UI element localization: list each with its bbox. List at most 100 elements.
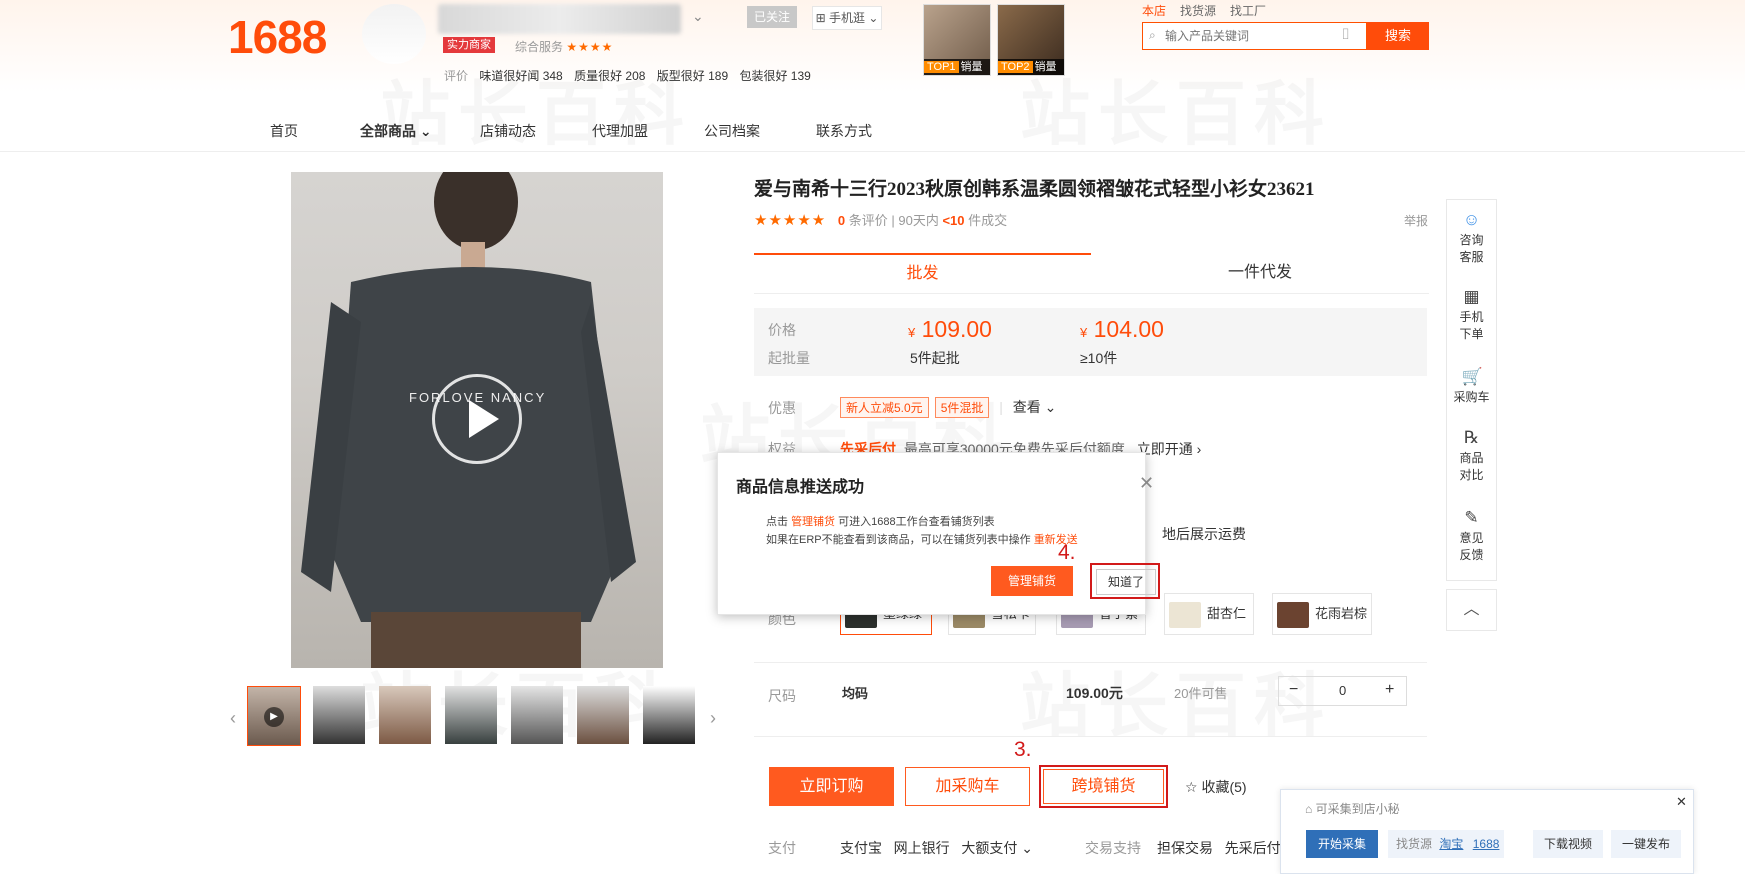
sidebar-label: 意见反馈 [1459, 531, 1484, 562]
sidebar-item-mobile-order[interactable]: ▦ 手机下单 [1447, 287, 1496, 343]
thumbnail[interactable] [577, 686, 629, 744]
thumb-prev-arrow[interactable]: ‹ [230, 708, 236, 729]
ok-button-frame: 知道了 [1090, 563, 1160, 599]
start-collect-button[interactable]: 开始采集 [1306, 830, 1378, 858]
sold-unit: 件成交 [968, 213, 1008, 228]
dialog-line-1: 点击 管理铺货 可进入1688工作台查看铺货列表 [766, 513, 995, 529]
thumb-next-arrow[interactable]: › [710, 708, 716, 729]
sidebar-item-compare[interactable]: ℞ 商品对比 [1447, 428, 1496, 484]
promo-more-link[interactable]: 查看 ⌄ [1013, 399, 1057, 415]
nav-contact[interactable]: 联系方式 [816, 121, 872, 141]
search-button[interactable]: 搜索 [1367, 22, 1429, 50]
coupon-tag[interactable]: 5件混批 [934, 397, 990, 418]
size-price: 109.00元 [1066, 685, 1123, 701]
search-tab-store[interactable]: 本店 [1142, 4, 1166, 18]
search-tabs: 本店 找货源 找工厂 [1142, 2, 1280, 19]
thumbnail[interactable] [379, 686, 431, 744]
verified-merchant-badge: 实力商家 [443, 37, 495, 53]
color-option[interactable]: 花雨岩棕 [1272, 593, 1372, 635]
chevron-down-icon[interactable]: ⌄ [692, 8, 704, 25]
pay-method-dropdown[interactable]: 大额支付 ⌄ [961, 840, 1033, 856]
purchase-mode-tabs: 批发 一件代发 [754, 253, 1429, 294]
qty-plus-button[interactable]: + [1385, 681, 1394, 699]
moq-label: 起批量 [768, 350, 810, 366]
cross-border-distribute-button[interactable]: 跨境铺货 [1039, 765, 1168, 808]
play-icon: ▶ [264, 707, 284, 727]
rating-stars: ★★★★★ [754, 212, 827, 229]
back-to-top-button[interactable]: ︿ [1446, 589, 1497, 631]
divider [754, 662, 1427, 663]
price-label: 价格 [768, 322, 796, 338]
download-video-button[interactable]: 下载视频 [1533, 830, 1603, 858]
qr-code-icon: ▦ [1463, 287, 1480, 306]
cart-icon: 🛒 [1461, 367, 1483, 386]
product-title: 爱与南希十三行2023秋原创韩系温柔圆领褶皱花式轻型小衫女23621 [754, 179, 1315, 200]
taobao-link[interactable]: 淘宝 [1439, 837, 1463, 851]
got-it-button[interactable]: 知道了 [1096, 569, 1156, 595]
qty-minus-button[interactable]: − [1289, 681, 1298, 699]
mobile-browse-button[interactable]: ⊞ 手机逛 ⌄ [812, 6, 882, 30]
customer-service-icon: ☺ [1462, 210, 1481, 229]
tab-wholesale[interactable]: 批发 [754, 253, 1091, 293]
dialog-line-2: 如果在ERP不能查看到该商品，可以在铺货列表中操作 重新发送 [766, 531, 1078, 547]
top-label: 销量 [960, 61, 983, 73]
trade-item: 担保交易 [1157, 840, 1213, 856]
shop-name-blurred[interactable] [438, 4, 681, 34]
collector-plugin-panel: ⌂ 可采集到店小秘 ✕ 开始采集 找货源 淘宝 1688 下载视频 一键发布 [1280, 789, 1694, 874]
review-unit: 条评价 [848, 213, 888, 228]
push-success-dialog: 商品信息推送成功 ✕ 点击 管理铺货 可进入1688工作台查看铺货列表 如果在E… [717, 452, 1160, 615]
nav-company-profile[interactable]: 公司档案 [704, 121, 760, 141]
color-option[interactable]: 甜杏仁 [1164, 593, 1254, 635]
close-icon[interactable]: ✕ [1139, 473, 1154, 494]
promo-label: 优惠 [768, 400, 796, 416]
color-name: 甜杏仁 [1207, 606, 1247, 621]
sidebar-item-customer-service[interactable]: ☺ 咨询客服 [1447, 210, 1496, 266]
thumbnail[interactable] [313, 686, 365, 744]
find-source-group: 找货源 淘宝 1688 [1388, 830, 1504, 858]
add-to-cart-button[interactable]: 加采购车 [905, 767, 1030, 806]
shop-avatar[interactable] [362, 4, 426, 64]
favorite-button[interactable]: ☆ 收藏(5) [1185, 777, 1247, 797]
buy-now-button[interactable]: 立即订购 [769, 767, 894, 806]
trade-item: 先采后付 [1224, 840, 1281, 856]
top-header: 1688 ⌄ 已关注 ⊞ 手机逛 ⌄ 实力商家 综合服务 ★★★★ 评价 味道很… [0, 0, 1745, 110]
dialog-title: 商品信息推送成功 [736, 479, 865, 496]
camera-icon[interactable]: ⌷ [1341, 26, 1350, 43]
play-video-button[interactable] [432, 374, 522, 464]
manage-distribution-button[interactable]: 管理铺货 [991, 566, 1073, 596]
manage-distribution-link[interactable]: 管理铺货 [791, 516, 835, 528]
search-tab-source[interactable]: 找货源 [1180, 4, 1216, 18]
site-logo[interactable]: 1688 [228, 10, 327, 64]
qty-input[interactable]: 0 [1339, 683, 1346, 698]
search-box: ⌕ ⌷ [1142, 22, 1367, 50]
nav-home[interactable]: 首页 [270, 121, 298, 141]
thumbnail[interactable] [511, 686, 563, 744]
dialog-text: 如果在ERP不能查看到该商品，可以在铺货列表中操作 [766, 534, 1031, 546]
thumbnail[interactable] [445, 686, 497, 744]
step-4-annotation: 4. [1058, 541, 1076, 564]
search-tab-factory[interactable]: 找工厂 [1230, 4, 1266, 18]
dialog-text: 点击 [766, 516, 788, 528]
sidebar-item-cart[interactable]: 🛒 采购车 [1447, 367, 1496, 406]
plugin-title: 可采集到店小秘 [1315, 802, 1400, 816]
coupon-tag[interactable]: 新人立减5.0元 [840, 397, 929, 418]
close-icon[interactable]: ✕ [1676, 794, 1687, 810]
size-value: 均码 [842, 686, 869, 701]
search-icon: ⌕ [1149, 28, 1156, 42]
sold-value: <10 [942, 213, 965, 228]
one-click-publish-button[interactable]: 一键发布 [1611, 830, 1681, 858]
report-link[interactable]: 举报 [1404, 212, 1428, 229]
alibaba-link[interactable]: 1688 [1473, 837, 1500, 851]
sidebar-item-feedback[interactable]: ✎ 意见反馈 [1447, 508, 1496, 564]
service-label: 综合服务 [515, 40, 564, 54]
review-tag[interactable]: 包装很好 139 [739, 69, 810, 83]
top-product-thumb[interactable]: TOP1 销量 [923, 4, 991, 76]
thumbnail[interactable] [643, 686, 695, 744]
rights-open-link[interactable]: 立即开通 › [1137, 441, 1202, 457]
review-count[interactable]: 0 [838, 213, 845, 228]
size-label: 尺码 [768, 688, 796, 704]
tab-dropship[interactable]: 一件代发 [1091, 253, 1429, 293]
search-input[interactable] [1163, 23, 1317, 49]
follow-button[interactable]: 已关注 [747, 6, 797, 28]
thumbnail[interactable]: ▶ [247, 686, 301, 746]
